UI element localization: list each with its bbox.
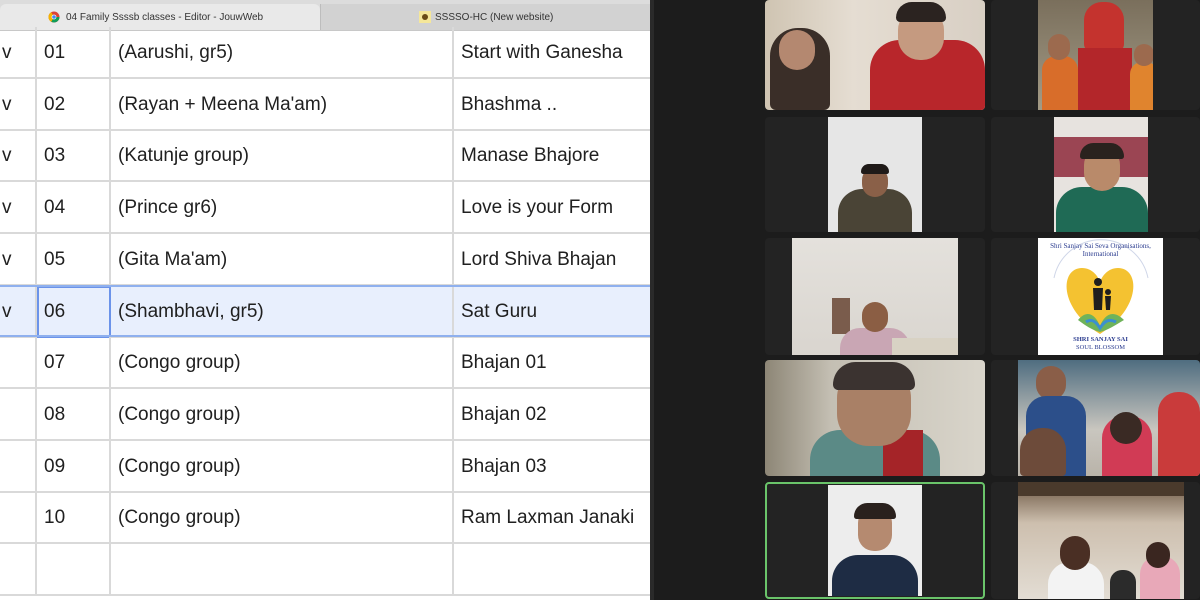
table-row[interactable]: 09 (Congo group) Bhajan 03 xyxy=(0,441,652,493)
song-cell[interactable]: Love is your Form xyxy=(454,182,652,234)
participant-video xyxy=(792,238,958,355)
number-cell[interactable]: 03 xyxy=(37,130,111,182)
participant-video-tile[interactable]: Shri Sanjay Sai Seva Organisations, Inte… xyxy=(991,238,1200,355)
status-mark-cell[interactable]: v xyxy=(0,130,37,182)
performer-cell[interactable]: (Katunje group) xyxy=(111,130,454,182)
table-row[interactable]: v 01 (Aarushi, gr5) Start with Ganesha xyxy=(0,27,652,79)
logo-line2: SOUL BLOSSOM xyxy=(1075,344,1126,351)
number-cell[interactable]: 04 xyxy=(37,182,111,234)
participant-video-tile[interactable] xyxy=(765,360,985,476)
table-row[interactable]: v 06 (Shambhavi, gr5) Sat Guru xyxy=(0,286,652,338)
status-mark-cell[interactable] xyxy=(0,544,37,596)
participant-video-tile[interactable] xyxy=(991,117,1200,232)
table-row[interactable]: 08 (Congo group) Bhajan 02 xyxy=(0,389,652,441)
participant-video xyxy=(765,360,985,476)
spreadsheet-window: 04 Family Ssssb classes - Editor - JouwW… xyxy=(0,0,652,600)
song-cell[interactable] xyxy=(454,544,652,596)
logo-line1: SHRI SANJAY SAI xyxy=(1073,336,1128,343)
song-cell[interactable]: Bhashma .. xyxy=(454,79,652,131)
song-cell[interactable]: Manase Bhajore xyxy=(454,130,652,182)
performer-cell[interactable]: (Congo group) xyxy=(111,337,454,389)
song-cell[interactable]: Ram Laxman Janaki xyxy=(454,492,652,544)
status-mark-cell[interactable] xyxy=(0,492,37,544)
performer-cell[interactable]: (Aarushi, gr5) xyxy=(111,27,454,79)
participant-video xyxy=(828,117,922,232)
number-cell[interactable]: 05 xyxy=(37,234,111,286)
logo-video: Shri Sanjay Sai Seva Organisations, Inte… xyxy=(1038,238,1163,355)
participant-video xyxy=(1038,0,1153,110)
table-row[interactable]: 10 (Congo group) Ram Laxman Janaki xyxy=(0,492,652,544)
participant-video-tile[interactable] xyxy=(765,117,985,232)
song-cell[interactable]: Lord Shiva Bhajan xyxy=(454,234,652,286)
number-cell[interactable]: 10 xyxy=(37,492,111,544)
participant-video xyxy=(1054,117,1148,232)
status-mark-cell[interactable]: v xyxy=(0,27,37,79)
number-cell[interactable]: 08 xyxy=(37,389,111,441)
tab-label: SSSSO-HC (New website) xyxy=(435,11,554,23)
participant-video xyxy=(765,0,985,110)
number-cell[interactable]: 09 xyxy=(37,441,111,493)
participant-video-tile[interactable] xyxy=(991,482,1200,599)
participant-video xyxy=(1018,482,1184,599)
song-cell[interactable]: Sat Guru xyxy=(454,286,652,338)
performer-cell[interactable]: (Shambhavi, gr5) xyxy=(111,286,454,338)
performer-cell[interactable]: (Rayan + Meena Ma'am) xyxy=(111,79,454,131)
table-row[interactable] xyxy=(0,544,652,596)
site-favicon xyxy=(419,11,431,23)
performer-cell[interactable]: (Congo group) xyxy=(111,389,454,441)
participant-video-tile-active-speaker[interactable] xyxy=(765,482,985,599)
status-mark-cell[interactable]: v xyxy=(0,286,37,338)
table-row[interactable]: 07 (Congo group) Bhajan 01 xyxy=(0,337,652,389)
performer-cell[interactable] xyxy=(111,544,454,596)
window-divider xyxy=(650,0,654,600)
number-cell[interactable]: 01 xyxy=(37,27,111,79)
performer-cell[interactable]: (Gita Ma'am) xyxy=(111,234,454,286)
status-mark-cell[interactable]: v xyxy=(0,182,37,234)
performer-cell[interactable]: (Congo group) xyxy=(111,441,454,493)
number-cell[interactable]: 02 xyxy=(37,79,111,131)
performer-cell[interactable]: (Congo group) xyxy=(111,492,454,544)
song-cell[interactable]: Bhajan 03 xyxy=(454,441,652,493)
performer-cell[interactable]: (Prince gr6) xyxy=(111,182,454,234)
participant-video-tile[interactable] xyxy=(765,238,985,355)
participant-video-tile[interactable] xyxy=(991,0,1200,110)
participant-video xyxy=(828,485,922,596)
table-row[interactable]: v 03 (Katunje group) Manase Bhajore xyxy=(0,130,652,182)
number-cell[interactable] xyxy=(37,544,111,596)
song-cell[interactable]: Bhajan 01 xyxy=(454,337,652,389)
number-cell[interactable]: 07 xyxy=(37,337,111,389)
chrome-icon xyxy=(48,11,60,23)
status-mark-cell[interactable] xyxy=(0,337,37,389)
logo-arc-text: Shri Sanjay Sai Seva Organisations, Inte… xyxy=(1050,242,1151,258)
table-row[interactable]: v 02 (Rayan + Meena Ma'am) Bhashma .. xyxy=(0,79,652,131)
number-cell[interactable]: 06 xyxy=(37,286,111,338)
participant-video xyxy=(1018,360,1200,476)
participant-video-tile[interactable] xyxy=(991,360,1200,476)
song-cell[interactable]: Bhajan 02 xyxy=(454,389,652,441)
status-mark-cell[interactable] xyxy=(0,389,37,441)
participant-video-tile[interactable] xyxy=(765,0,985,110)
status-mark-cell[interactable]: v xyxy=(0,234,37,286)
tab-label: 04 Family Ssssb classes - Editor - JouwW… xyxy=(66,11,264,23)
table-row[interactable]: v 05 (Gita Ma'am) Lord Shiva Bhajan xyxy=(0,234,652,286)
status-mark-cell[interactable] xyxy=(0,441,37,493)
status-mark-cell[interactable]: v xyxy=(0,79,37,131)
song-cell[interactable]: Start with Ganesha xyxy=(454,27,652,79)
table-row[interactable]: v 04 (Prince gr6) Love is your Form xyxy=(0,182,652,234)
